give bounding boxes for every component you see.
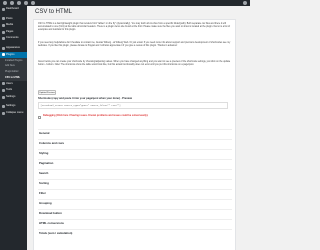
shortcode-title: Shortcode (copy and paste it into your p… [38,97,132,100]
sidebar-item-label: Plugins [6,52,15,56]
sidebar-item-tools[interactable]: Tools [0,87,27,94]
sidebar-item-label: Appearance [6,45,20,49]
update-preview-button[interactable]: Update/Preview [38,90,56,95]
admin-sidebar: Dashboard Posts Media Pages Comments App… [0,6,27,250]
sidebar-item-label: Settings [6,94,16,98]
settings-icon [1,95,5,99]
wrench-icon [1,88,5,92]
sidebar-item-label: Settings [6,104,16,108]
comments-icon[interactable] [24,1,28,5]
media-icon [1,23,5,27]
brush-icon [1,46,5,50]
sidebar-item-posts[interactable]: Posts [0,16,27,23]
divider [38,189,232,190]
sidebar-item-users[interactable]: Users [0,81,27,88]
divider [38,139,232,140]
pin-icon [1,17,5,21]
account-avatar[interactable] [243,1,247,5]
divider [38,199,232,200]
divider [38,129,232,130]
divider [38,219,232,220]
section-styling[interactable]: Styling [39,151,48,155]
section-download-button[interactable]: Download button [39,211,62,215]
sidebar-item-media[interactable]: Media [0,22,27,29]
section-grouping[interactable]: Grouping [39,201,52,205]
main-content: CSV to HTML CSV to HTML is a fast lightw… [27,6,250,250]
debugging-label: Debugging (Click here if having issues. … [43,114,149,117]
divider [38,149,232,150]
collapse-menu-button[interactable]: Collapse menu [0,110,27,117]
sidebar-item-comments[interactable]: Comments [0,35,27,42]
wordpress-logo-icon[interactable] [3,1,7,5]
collapse-icon [1,111,5,115]
support-text: If you need any help/advice don't hesita… [38,42,231,48]
sidebar-item-label: Collapse menu [6,110,24,114]
generate-text: Given below you can create your shortcod… [38,61,231,67]
divider [38,229,232,230]
dashboard-icon [1,7,5,11]
section-filter[interactable]: Filter [39,191,46,195]
debugging-toggle[interactable]: Debugging (Click here if having issues. … [38,114,188,122]
section-columns-and-rows[interactable]: Columns and rows [39,141,64,145]
section-pagination[interactable]: Pagination [39,161,53,165]
plugin-icon [1,53,5,57]
sidebar-item-label: Comments [6,36,19,40]
debugging-checkbox[interactable] [38,115,41,119]
sidebar-item-label: Pages [6,29,14,33]
sidebar-item-label: Tools [6,88,13,92]
sidebar-item-label: Users [6,81,13,85]
page-icon [1,30,5,34]
updates-icon[interactable] [17,1,21,5]
sidebar-item-settings[interactable]: Settings [0,94,27,101]
page-title: CSV to HTML [35,9,73,15]
section-sorting[interactable]: Sorting [39,181,49,185]
sidebar-subitem-label: Plugin Editor [5,69,19,73]
new-content-icon[interactable] [31,1,35,5]
divider [38,169,232,170]
section-general[interactable]: General [39,131,49,135]
sidebar-item-appearance[interactable]: Appearance [0,45,27,52]
intro-text: CSV to HTML is a fast lightweight plugin… [38,23,230,32]
settings-panel: CSV to HTML is a fast lightweight plugin… [33,19,236,250]
sidebar-item-pages[interactable]: Pages [0,29,27,36]
sidebar-subitem-label: Add New [5,64,15,68]
sidebar-item-plugins[interactable]: Plugins [0,51,27,59]
sidebar-subitem-label: Installed Plugins [5,58,23,62]
home-icon[interactable] [10,1,14,5]
divider [38,159,232,160]
section-search[interactable]: Search [39,171,48,175]
comment-icon [1,37,5,41]
sidebar-item-label: Dashboard [6,7,19,10]
users-icon [1,82,5,86]
divider [38,179,232,180]
shortcode-field[interactable]: [csvtohtml_create source_type="guess" so… [38,102,228,109]
section-totals[interactable]: Totals (sum / calculation) [39,231,72,235]
gear-icon [1,105,5,109]
sidebar-item-dashboard[interactable]: Dashboard [0,6,27,13]
divider [38,209,232,210]
sidebar-subitem-label: CSV to HTML [5,75,21,79]
sidebar-item-extra-settings[interactable]: Settings [0,103,27,110]
section-html-conversions[interactable]: HTML conversions [39,221,64,225]
sidebar-item-label: Media [6,23,14,27]
sidebar-item-label: Posts [6,16,13,20]
